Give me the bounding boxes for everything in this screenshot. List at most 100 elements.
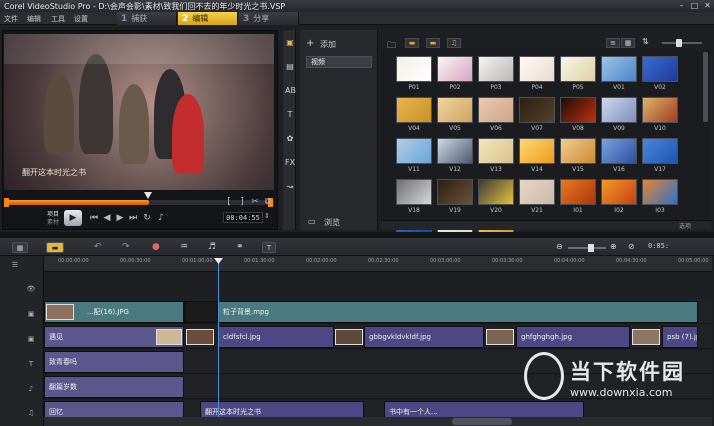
go-start-icon[interactable]: ⏮ (88, 212, 100, 224)
timeline-clip[interactable]: psb (7).jpg (662, 326, 698, 348)
library-thumbnail[interactable] (396, 97, 432, 123)
menu-file[interactable]: 文件 (4, 14, 18, 24)
video-track-icon[interactable]: ▣ (24, 309, 38, 319)
library-thumbnail[interactable] (642, 56, 678, 82)
menu-edit[interactable]: 编辑 (27, 14, 41, 24)
library-thumbnail[interactable] (437, 56, 473, 82)
media-category-icon[interactable]: ▣ (285, 38, 295, 48)
thumb-size-slider[interactable] (662, 42, 702, 44)
transition-clip[interactable] (184, 301, 218, 323)
timeline-view-icon[interactable]: ▬ (46, 242, 64, 253)
library-thumbnail[interactable] (396, 56, 432, 82)
browse-label[interactable]: 浏览 (324, 217, 340, 228)
library-thumbnail[interactable] (642, 179, 678, 205)
library-thumbnail[interactable] (478, 56, 514, 82)
library-thumbnail[interactable] (519, 56, 555, 82)
zoom-out-icon[interactable]: ⊖ (556, 242, 563, 251)
thumb-view-icon[interactable]: ▦ (621, 38, 635, 48)
add-folder-icon[interactable]: + (306, 38, 314, 49)
filter-image-icon[interactable]: ▬ (426, 38, 440, 48)
graphic-category-icon[interactable]: ✿ (285, 134, 295, 144)
sound-mixer-icon[interactable]: ♒ (180, 242, 188, 252)
mark-out-icon[interactable]: ] (236, 196, 248, 208)
zoom-in-icon[interactable]: ⊕ (610, 242, 617, 251)
timecode-display[interactable]: 00:04:55 (223, 212, 263, 223)
menu-tools[interactable]: 工具 (51, 14, 65, 24)
maximize-button[interactable]: □ (689, 1, 700, 10)
zoom-slider[interactable] (568, 247, 606, 249)
subtitle-editor-icon[interactable]: T (262, 242, 276, 253)
redo-icon[interactable]: ↷ (122, 242, 130, 252)
title-clip[interactable]: 致青春吗 (44, 351, 184, 373)
transition-category-icon[interactable]: AB (285, 86, 296, 96)
list-view-icon[interactable]: ≡ (606, 38, 620, 48)
library-thumbnail[interactable] (642, 138, 678, 164)
library-thumbnail[interactable] (437, 97, 473, 123)
play-button[interactable]: ▶ (64, 210, 82, 226)
auto-music-icon[interactable]: ♬ (208, 242, 216, 252)
timecode-stepper-icon[interactable]: ⇕ (264, 212, 270, 220)
folder-item-video[interactable]: 视频 (306, 56, 372, 68)
tab-capture[interactable]: 1 捕获 (117, 12, 177, 25)
timeline-clip[interactable]: ghfghghgh.jpg (516, 326, 630, 348)
library-thumbnail[interactable] (396, 179, 432, 205)
library-thumbnail[interactable] (519, 97, 555, 123)
zoom-handle[interactable] (588, 244, 594, 252)
storyboard-view-icon[interactable]: ▦ (12, 242, 28, 253)
browse-icon[interactable]: ▭ (308, 217, 316, 226)
library-scrollbar[interactable] (703, 52, 708, 122)
library-thumbnail[interactable] (642, 97, 678, 123)
library-thumbnail[interactable] (601, 56, 637, 82)
library-thumbnail[interactable] (560, 97, 596, 123)
timeline-clip[interactable]: 粒子背景.mpg (218, 301, 698, 323)
library-thumbnail[interactable] (560, 56, 596, 82)
timeline-scroll-thumb[interactable] (452, 418, 512, 425)
title-category-icon[interactable]: T (285, 110, 295, 120)
minimize-button[interactable]: – (676, 1, 687, 10)
library-thumbnail[interactable] (478, 138, 514, 164)
go-end-icon[interactable]: ⏭ (127, 212, 139, 224)
volume-icon[interactable]: ♪ (155, 212, 167, 224)
track-manager-icon[interactable]: ☰ (8, 260, 22, 270)
library-thumbnail[interactable] (601, 138, 637, 164)
trim-start-icon[interactable] (4, 198, 9, 207)
instant-project-icon[interactable]: ▤ (285, 62, 295, 72)
library-thumbnail[interactable] (437, 138, 473, 164)
library-thumbnail[interactable] (478, 97, 514, 123)
tab-edit[interactable]: 2 编辑 (178, 12, 238, 25)
timeline-clip[interactable]: gbbgvkldvkldf.jpg (364, 326, 484, 348)
filter-audio-icon[interactable]: ♫ (447, 38, 461, 48)
voice-track-icon[interactable]: ♪ (24, 384, 38, 394)
title-track-icon[interactable]: T (24, 359, 38, 369)
fit-project-icon[interactable]: ⊘ (628, 242, 635, 251)
library-thumbnail[interactable] (437, 179, 473, 205)
tab-share[interactable]: 3 分享 (239, 12, 299, 25)
overlay-track-icon[interactable]: ▣ (24, 334, 38, 344)
menu-settings[interactable]: 设置 (74, 14, 88, 24)
add-folder-label[interactable]: 添加 (320, 39, 336, 50)
library-thumbnail[interactable] (601, 179, 637, 205)
library-thumbnail[interactable] (601, 97, 637, 123)
close-button[interactable]: ✕ (702, 1, 713, 10)
thumb-size-handle[interactable] (676, 39, 682, 47)
prev-frame-icon[interactable]: ◀ (101, 212, 113, 224)
title-clip[interactable]: 翻篇岁数 (44, 376, 184, 398)
timeline-scrollbar[interactable] (44, 417, 712, 426)
library-thumbnail[interactable] (560, 179, 596, 205)
mark-in-icon[interactable]: [ (223, 196, 235, 208)
undo-icon[interactable]: ↶ (94, 242, 102, 252)
mode-clip-label[interactable]: 素材 (47, 217, 59, 226)
library-thumbnail[interactable] (519, 138, 555, 164)
library-thumbnail[interactable] (560, 138, 596, 164)
enlarge-preview-icon[interactable]: ⧉ (262, 196, 274, 208)
library-options-label[interactable]: 选项 (679, 221, 691, 230)
timeline-playhead[interactable] (218, 262, 219, 426)
timeline-clip[interactable]: cldfsfcl.jpg (218, 326, 334, 348)
cut-clip-icon[interactable]: ✂ (249, 196, 261, 208)
library-thumbnail[interactable] (396, 138, 432, 164)
library-thumbnail[interactable] (519, 179, 555, 205)
path-category-icon[interactable]: ↝ (285, 182, 295, 192)
filter-video-icon[interactable]: ▬ (405, 38, 419, 48)
filter-category-icon[interactable]: FX (285, 158, 295, 168)
sort-icon[interactable]: ⇅ (642, 37, 649, 46)
